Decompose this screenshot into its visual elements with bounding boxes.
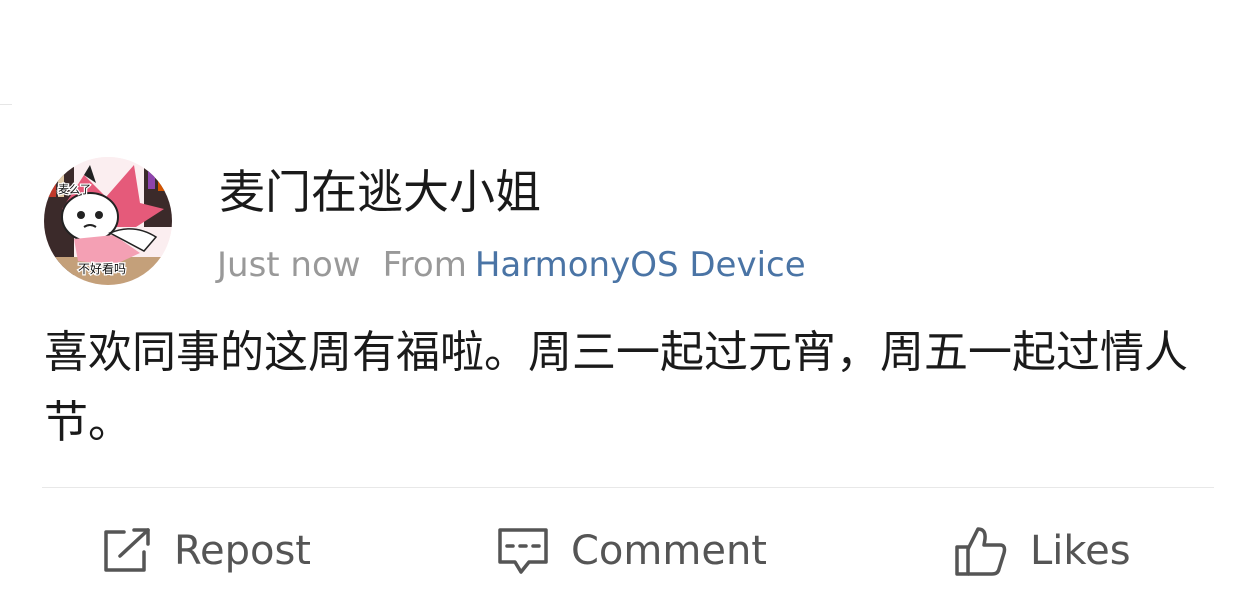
like-button[interactable]: Likes <box>954 521 1131 581</box>
repost-icon <box>104 528 150 572</box>
comment-icon <box>498 528 548 574</box>
comment-label: Comment <box>571 528 767 574</box>
svg-text:不好看吗: 不好看吗 <box>78 262 126 276</box>
repost-label: Repost <box>174 528 311 574</box>
likes-label: Likes <box>1030 528 1131 574</box>
source-label: From <box>382 245 467 285</box>
post-time: Just now <box>217 245 361 285</box>
repost-button[interactable]: Repost <box>102 521 311 581</box>
svg-text:麦么了: 麦么了 <box>58 183 91 196</box>
top-divider <box>0 104 12 105</box>
username[interactable]: 麦门在逃大小姐 <box>219 163 541 221</box>
thumbs-up-icon <box>955 527 1007 576</box>
avatar-image: 麦么了 不好看吗 <box>44 157 172 285</box>
avatar[interactable]: 麦么了 不好看吗 <box>44 157 172 285</box>
action-divider <box>42 487 1214 488</box>
source-device-link[interactable]: HarmonyOS Device <box>475 245 806 285</box>
comment-button[interactable]: Comment <box>497 521 767 581</box>
post-text: 喜欢同事的这周有福啦。周三一起过元宵，周五一起过情人节。 <box>44 327 1188 448</box>
post-meta: Just now From HarmonyOS Device <box>217 242 806 288</box>
